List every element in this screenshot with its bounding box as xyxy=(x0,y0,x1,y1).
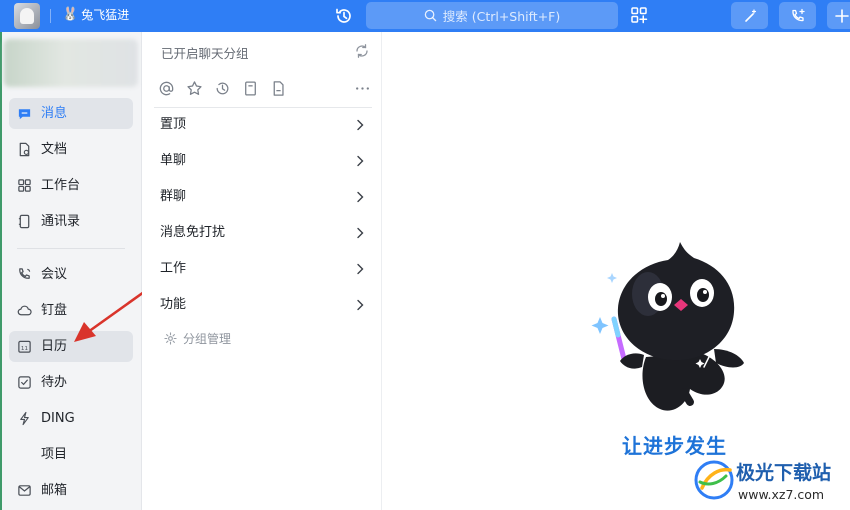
search-input[interactable]: 搜索 (Ctrl+Shift+F) xyxy=(366,2,618,29)
at-icon[interactable] xyxy=(158,80,175,97)
magic-wand-button[interactable] xyxy=(731,2,768,29)
chat-group-panel: 已开启聊天分组 置顶 单聊 群聊 消息免打扰 工作 功能 分组管理 xyxy=(142,32,382,510)
sidebar-item-contacts[interactable]: 通讯录 xyxy=(9,206,133,237)
watermark: 极光下载站 www.xz7.com xyxy=(692,454,850,510)
sidebar-item-ding[interactable]: DING xyxy=(9,403,133,434)
topbar-divider xyxy=(50,9,51,23)
org-name: 兔飞猛进 xyxy=(81,8,130,22)
org-switcher[interactable]: 🐰 兔飞猛进 xyxy=(62,7,129,23)
star-icon[interactable] xyxy=(186,80,203,97)
avatar[interactable] xyxy=(14,3,40,29)
group-manage-label: 分组管理 xyxy=(183,332,232,346)
sidebar-item-label: 文档 xyxy=(41,142,68,157)
clock-icon[interactable] xyxy=(214,80,231,97)
group-row-work[interactable]: 工作 xyxy=(154,251,372,287)
document-icon xyxy=(19,142,30,157)
sidebar-item-project[interactable]: 项目 xyxy=(9,439,133,470)
filter-toolbar xyxy=(158,80,374,100)
group-label: 消息免打扰 xyxy=(160,225,226,240)
group-row-group-chat[interactable]: 群聊 xyxy=(154,179,372,215)
group-label: 功能 xyxy=(160,297,187,312)
chevron-right-icon xyxy=(357,263,364,275)
plus-icon xyxy=(835,8,849,23)
lightning-icon xyxy=(20,411,29,426)
sidebar-item-label: 待办 xyxy=(41,375,68,390)
watermark-url: www.xz7.com xyxy=(738,487,825,502)
search-icon xyxy=(424,9,436,22)
app-window: 🐰 兔飞猛进 搜索 (Ctrl+Shift+F) 消息 文档 工作台 通讯录 会… xyxy=(0,0,850,510)
sidebar-item-label: 邮箱 xyxy=(41,483,68,498)
empty-state-panel: 让进步发生 极光下载站 www.xz7.com xyxy=(382,32,850,510)
file-icon[interactable] xyxy=(270,80,287,97)
sidebar-item-label: DING xyxy=(41,411,75,426)
file-cabinet-icon[interactable] xyxy=(242,80,259,97)
checkbox-icon xyxy=(18,376,31,389)
user-profile-card[interactable] xyxy=(4,39,138,87)
watermark-title: 极光下载站 xyxy=(736,462,832,484)
group-row-pinned[interactable]: 置顶 xyxy=(154,107,372,143)
sidebar-item-label: 通讯录 xyxy=(41,214,81,229)
cloud-icon xyxy=(17,305,32,316)
group-row-single-chat[interactable]: 单聊 xyxy=(154,143,372,179)
mail-icon xyxy=(18,485,31,496)
magic-wand-icon xyxy=(744,8,756,22)
panel-title: 已开启聊天分组 xyxy=(161,46,249,61)
group-row-muted[interactable]: 消息免打扰 xyxy=(154,215,372,251)
sidebar-item-messages[interactable]: 消息 xyxy=(9,98,133,129)
group-manage-button[interactable]: 分组管理 xyxy=(164,330,231,347)
refresh-icon[interactable] xyxy=(354,43,370,59)
chevron-right-icon xyxy=(357,119,364,131)
group-label: 置顶 xyxy=(160,117,187,132)
sidebar-divider xyxy=(17,248,125,249)
sidebar-item-mail[interactable]: 邮箱 xyxy=(9,475,133,506)
sidebar-item-todo[interactable]: 待办 xyxy=(9,367,133,398)
top-bar: 🐰 兔飞猛进 搜索 (Ctrl+Shift+F) xyxy=(0,0,850,32)
group-row-function[interactable]: 功能 xyxy=(154,287,372,323)
phone-icon xyxy=(19,268,31,279)
sidebar-item-workbench[interactable]: 工作台 xyxy=(9,170,133,201)
add-button[interactable] xyxy=(827,2,850,29)
calendar-icon: 11 xyxy=(18,340,31,353)
more-icon[interactable] xyxy=(354,80,371,97)
history-icon[interactable] xyxy=(334,6,354,26)
sidebar-item-label: 会议 xyxy=(41,267,68,282)
group-label: 群聊 xyxy=(160,189,187,204)
chevron-right-icon xyxy=(357,299,364,311)
gear-icon xyxy=(164,332,177,345)
watermark-logo xyxy=(694,460,734,500)
mascot-illustration xyxy=(591,242,744,411)
sidebar-item-label: 项目 xyxy=(41,447,68,462)
chevron-right-icon xyxy=(357,155,364,167)
sidebar-item-label: 消息 xyxy=(41,106,68,121)
search-placeholder: 搜索 (Ctrl+Shift+F) xyxy=(442,9,561,24)
call-button[interactable] xyxy=(779,2,816,29)
svg-text:11: 11 xyxy=(21,346,29,352)
sidebar-edge xyxy=(0,32,2,510)
group-label: 单聊 xyxy=(160,153,187,168)
sidebar: 消息 文档 工作台 通讯录 会议 钉盘 11 日历 待办 DING 项目 邮箱 xyxy=(0,32,142,510)
sidebar-item-label: 钉盘 xyxy=(41,303,68,318)
apps-icon[interactable] xyxy=(629,5,649,25)
chevron-right-icon xyxy=(357,191,364,203)
phone-plus-icon xyxy=(791,8,805,21)
sidebar-item-label: 日历 xyxy=(41,339,68,354)
grid-icon xyxy=(18,179,31,192)
chevron-right-icon xyxy=(357,227,364,239)
message-icon xyxy=(18,109,31,120)
sidebar-item-docs[interactable]: 文档 xyxy=(9,134,133,165)
sidebar-item-label: 工作台 xyxy=(41,178,81,193)
group-label: 工作 xyxy=(160,261,187,276)
bunny-icon: 🐰 xyxy=(62,7,79,22)
contacts-icon xyxy=(18,214,30,229)
